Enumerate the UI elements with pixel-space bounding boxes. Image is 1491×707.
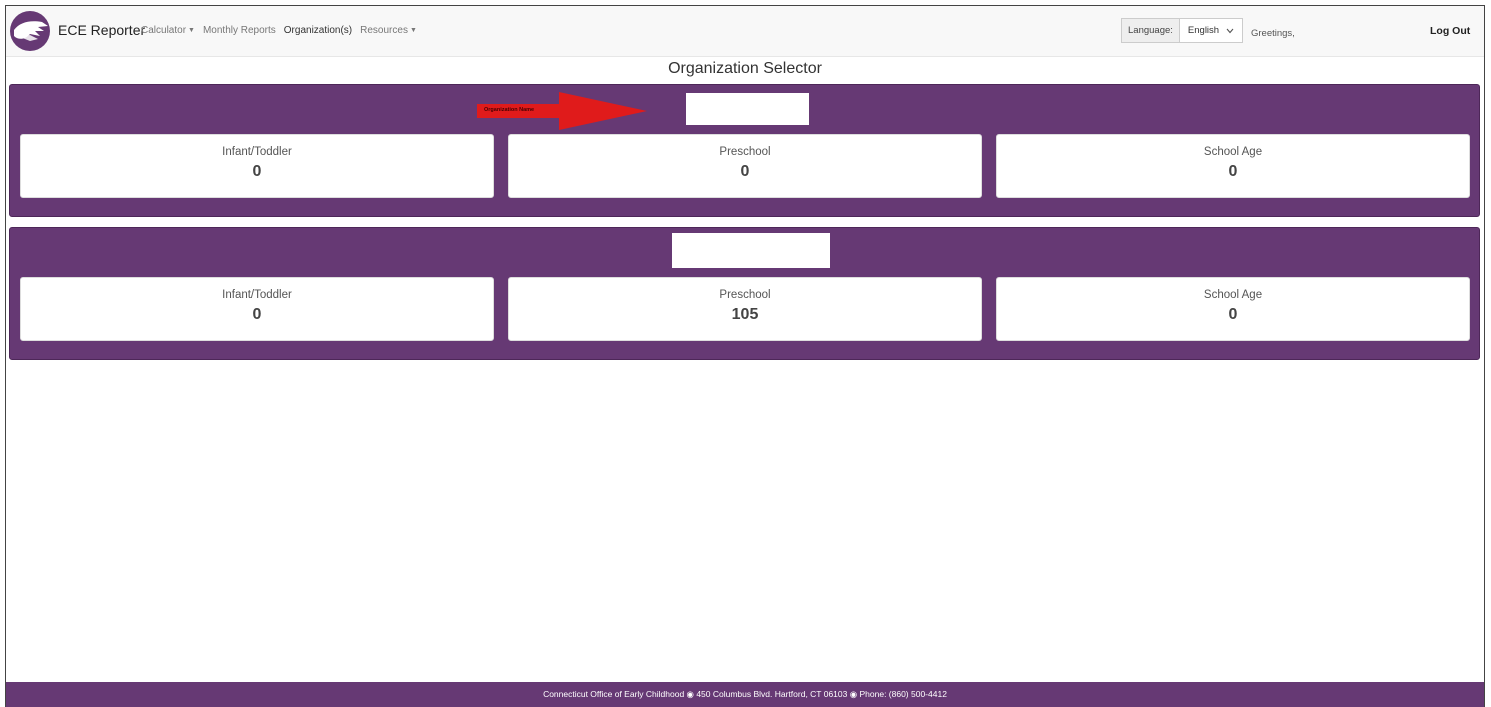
language-value: English bbox=[1187, 25, 1220, 36]
nav-monthly-reports[interactable]: Monthly Reports bbox=[203, 25, 276, 36]
card-label: School Age bbox=[1203, 146, 1263, 158]
nav-resources-label: Resources bbox=[360, 25, 408, 36]
site-footer: Connecticut Office of Early Childhood ◉ … bbox=[6, 682, 1484, 707]
page-title: Organization Selector bbox=[668, 60, 822, 77]
card-value: 0 bbox=[252, 306, 262, 323]
language-dropdown[interactable]: English bbox=[1179, 18, 1244, 43]
ece-logo-icon[interactable] bbox=[8, 10, 54, 52]
preschool-card[interactable]: Preschool 0 bbox=[508, 134, 982, 198]
annotation-label: Organization Name bbox=[484, 107, 535, 113]
caret-down-icon: ▼ bbox=[409, 27, 417, 34]
navbar: ECE Reporter Calculator ▼ Monthly Reports… bbox=[6, 6, 1484, 57]
card-label: Preschool bbox=[719, 146, 771, 158]
nav-organizations[interactable]: Organization(s) bbox=[284, 25, 352, 36]
main-nav: Calculator ▼ Monthly Reports Organization… bbox=[141, 25, 417, 36]
app-frame: ECE Reporter Calculator ▼ Monthly Reports… bbox=[5, 5, 1485, 707]
brand-name[interactable]: ECE Reporter bbox=[58, 22, 145, 38]
nav-resources[interactable]: Resources ▼ bbox=[360, 25, 417, 36]
organization-name[interactable] bbox=[672, 233, 830, 268]
chevron-down-icon bbox=[1226, 28, 1234, 33]
card-value: 0 bbox=[252, 163, 262, 180]
school-age-card[interactable]: School Age 0 bbox=[996, 134, 1470, 198]
nav-calculator[interactable]: Calculator ▼ bbox=[141, 25, 195, 36]
organization-name[interactable] bbox=[686, 93, 809, 125]
card-value: 0 bbox=[740, 163, 750, 180]
language-label: Language: bbox=[1121, 18, 1180, 43]
infant-toddler-card[interactable]: Infant/Toddler 0 bbox=[20, 134, 494, 198]
nav-calculator-label: Calculator bbox=[141, 25, 187, 36]
card-label: Preschool bbox=[719, 289, 771, 301]
school-age-card[interactable]: School Age 0 bbox=[996, 277, 1470, 341]
enrollment-cards: Infant/Toddler 0 Preschool 105 School Ag… bbox=[20, 277, 1471, 341]
card-value: 105 bbox=[731, 306, 759, 323]
enrollment-cards: Infant/Toddler 0 Preschool 0 School Age … bbox=[20, 134, 1471, 198]
organization-panel[interactable]: Organization Name Infant/Toddler 0 Presc… bbox=[9, 84, 1480, 217]
card-label: School Age bbox=[1203, 289, 1263, 301]
card-label: Infant/Toddler bbox=[222, 289, 292, 301]
caret-down-icon: ▼ bbox=[188, 27, 195, 34]
card-label: Infant/Toddler bbox=[222, 146, 292, 158]
card-value: 0 bbox=[1228, 163, 1238, 180]
infant-toddler-card[interactable]: Infant/Toddler 0 bbox=[20, 277, 494, 341]
logout-link[interactable]: Log Out bbox=[1430, 25, 1470, 37]
language-selector: Language: English bbox=[1121, 18, 1244, 43]
preschool-card[interactable]: Preschool 105 bbox=[508, 277, 982, 341]
card-value: 0 bbox=[1228, 306, 1238, 323]
organization-panel[interactable]: Infant/Toddler 0 Preschool 105 School Ag… bbox=[9, 227, 1480, 360]
greeting-text: Greetings, bbox=[1251, 28, 1295, 39]
